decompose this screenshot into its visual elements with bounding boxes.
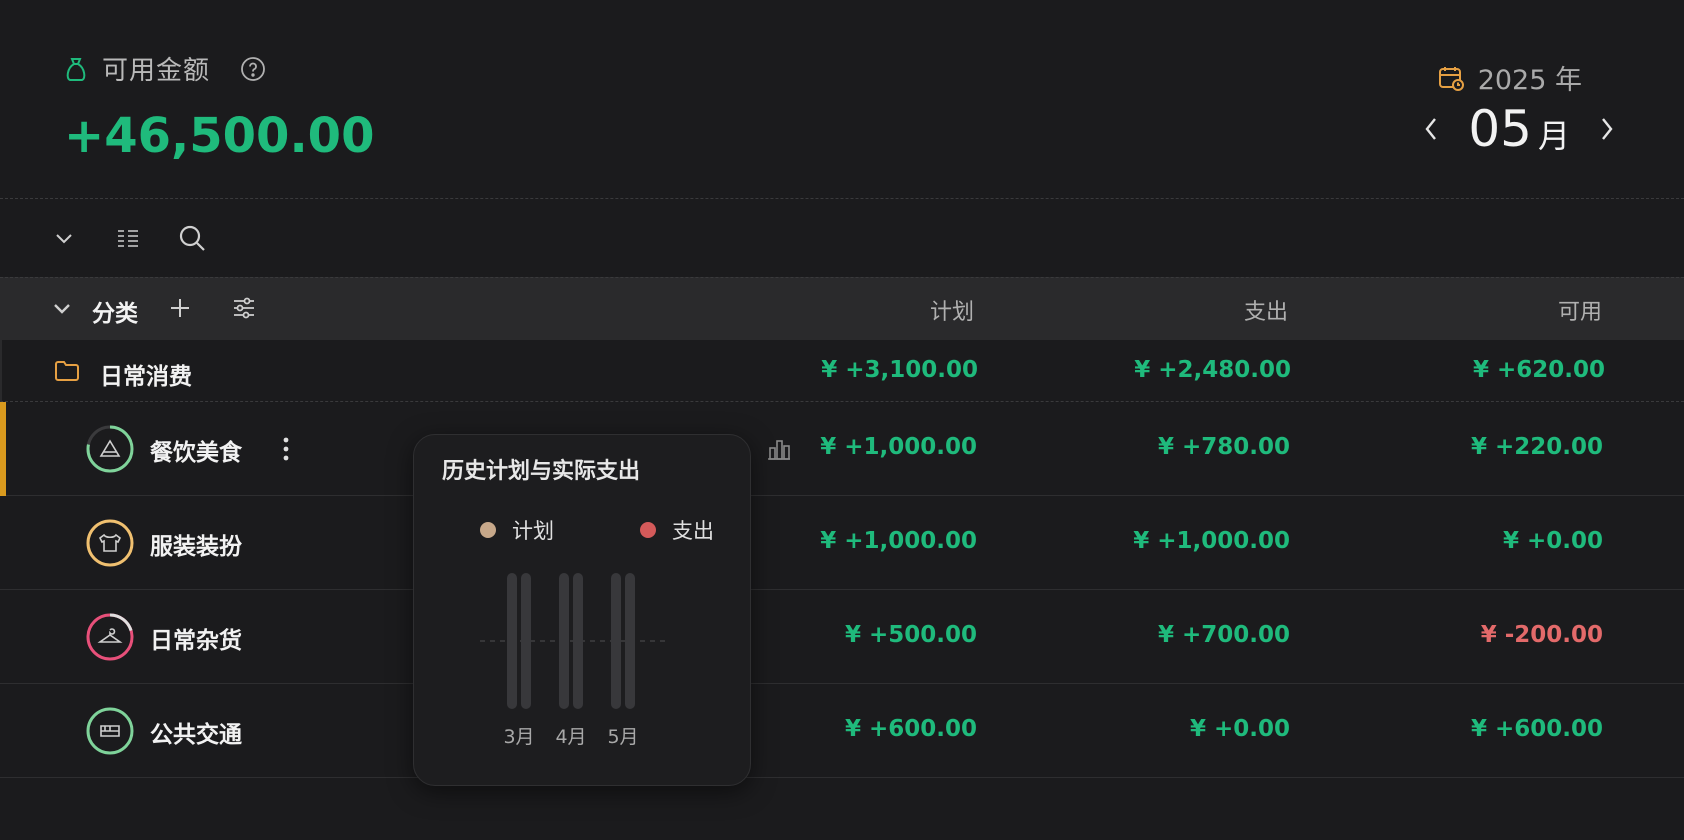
month-label: 5月 [607,726,638,748]
header: 可用金额 +46,500.00 2025 年 05 月 [0,0,1684,200]
chevron-left-icon [1425,118,1437,140]
item-name: 服装装扮 [150,534,242,560]
bar-spent-march [521,573,531,709]
progress-ring [86,425,134,473]
search-button[interactable] [176,222,208,254]
progress-ring [86,519,134,567]
month-label: 3月 [503,726,534,748]
more-options-button[interactable] [276,432,296,466]
add-category-button[interactable] [164,292,196,324]
month-unit: 月 [1537,117,1570,155]
chevron-right-icon [1602,118,1613,140]
hanger-icon [97,628,123,643]
header-divider [0,198,1684,199]
column-available: 可用 [1557,300,1602,325]
bar-spent-april [573,573,583,709]
item-name: 日常杂货 [150,628,242,654]
item-plan: ¥ +1,000.00 [820,528,977,554]
year-text: 2025 年 [1477,65,1582,96]
balance-amount: +46,500.00 [64,108,375,164]
more-vertical-icon [283,437,289,461]
chevron-down-icon [54,304,70,314]
column-header: 分类 计划 支出 可用 [0,277,1684,340]
money-bag-icon [64,56,88,82]
item-available: ¥ -200.00 [1480,622,1603,648]
filter-settings-button[interactable] [228,292,260,324]
next-month-button[interactable] [1592,109,1622,149]
bar-plan-april [559,573,569,709]
progress-ring [86,707,134,755]
month-number: 05 [1468,100,1532,158]
progress-ring [86,613,134,661]
folder-icon [54,360,80,382]
item-spent: ¥ +780.00 [1157,434,1290,460]
cake-icon [99,439,121,457]
group-spent: ¥ +2,480.00 [1134,357,1291,383]
history-chart: 3月 4月 5月 [480,573,670,748]
item-plan: ¥ +500.00 [844,622,977,648]
sliders-icon [234,297,254,319]
category-label: 分类 [92,301,138,327]
collapse-all-button[interactable] [48,222,80,254]
group-name: 日常消费 [100,364,192,390]
year-selector[interactable]: 2025 年 [1438,58,1582,97]
bar-plan-march [507,573,517,709]
item-spent: ¥ +700.00 [1157,622,1290,648]
item-name: 餐饮美食 [150,440,242,466]
list-icon [118,230,138,247]
toolbar [0,200,1684,276]
column-spent: 支出 [1243,300,1288,325]
chevron-down-icon [56,234,72,244]
list-item[interactable]: 餐饮美食 ¥ +1,000.00 ¥ +780.00 ¥ +220.00 [0,402,1684,496]
help-icon[interactable] [240,56,266,82]
history-popover: 历史计划与实际支出 计划 支出 3月 4月 5月 [413,434,751,786]
calendar-icon [1438,65,1464,91]
month-label: 4月 [555,726,586,748]
item-plan: ¥ +600.00 [844,716,977,742]
list-item[interactable]: 日常杂货 ¥ +500.00 ¥ +700.00 ¥ -200.00 [0,590,1684,684]
item-spent: ¥ +1,000.00 [1133,528,1290,554]
bar-spent-may [625,573,635,709]
collapse-category-button[interactable] [46,292,78,324]
item-available: ¥ +0.00 [1502,528,1603,554]
item-name: 公共交通 [150,722,242,748]
group-plan: ¥ +3,100.00 [821,357,978,383]
column-plan: 计划 [929,300,974,325]
plus-icon [171,299,189,317]
search-icon [179,225,205,251]
balance-label-row: 可用金额 [64,50,266,87]
balance-label: 可用金额 [102,56,211,86]
prev-month-button[interactable] [1416,109,1446,149]
list-item[interactable]: 服装装扮 ¥ +1,000.00 ¥ +1,000.00 ¥ +0.00 [0,496,1684,590]
shirt-icon [98,533,122,552]
selected-indicator [0,402,6,496]
group-row[interactable]: 日常消费 ¥ +3,100.00 ¥ +2,480.00 ¥ +620.00 [0,340,1684,402]
list-item[interactable]: 公共交通 ¥ +600.00 ¥ +0.00 ¥ +600.00 [0,684,1684,778]
bar-plan-may [611,573,621,709]
item-plan: ¥ +1,000.00 [820,434,977,460]
item-available: ¥ +600.00 [1470,716,1603,742]
group-available: ¥ +620.00 [1472,357,1605,383]
item-spent: ¥ +0.00 [1189,716,1290,742]
list-view-button[interactable] [112,222,144,254]
item-available: ¥ +220.00 [1470,434,1603,460]
bus-icon [100,725,120,737]
month-selector: 05 月 [1416,100,1622,158]
